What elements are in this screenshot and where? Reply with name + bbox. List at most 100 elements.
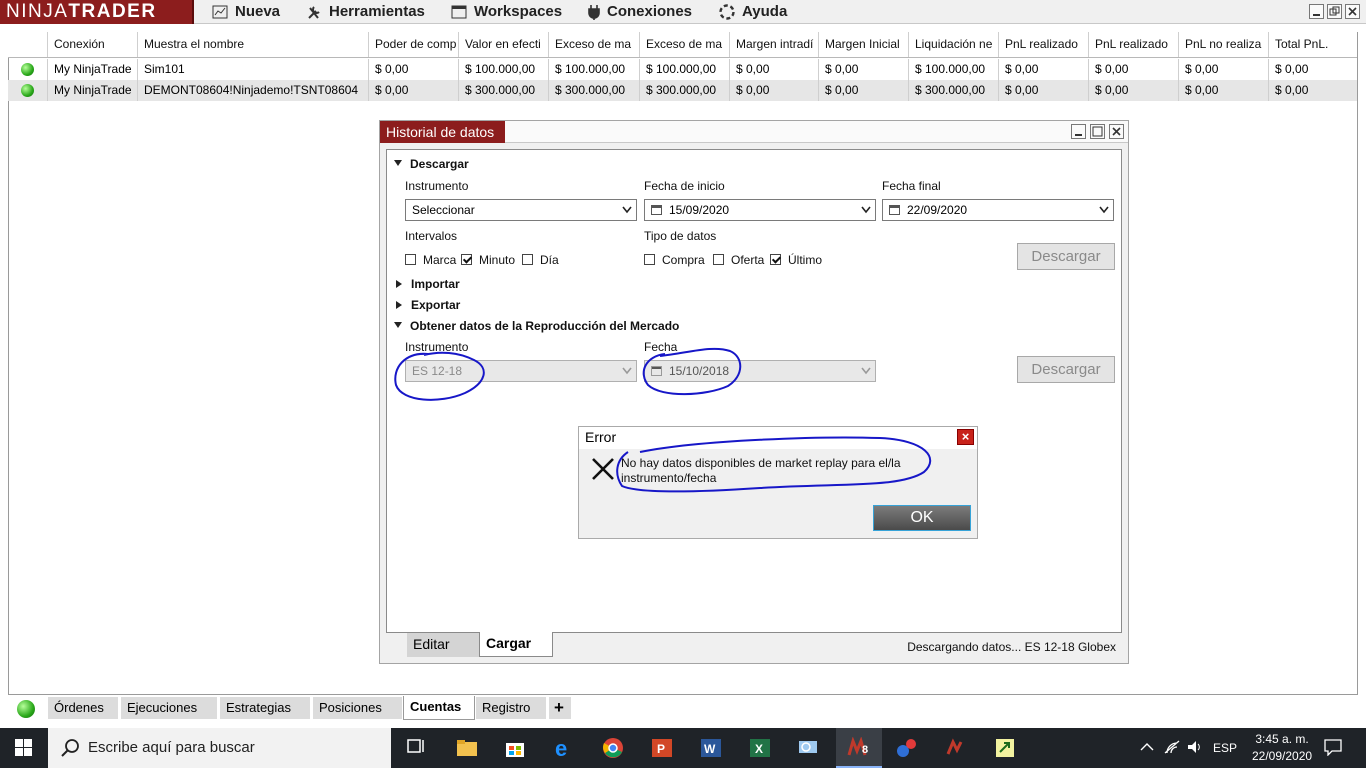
start-date-label: Fecha de inicio <box>644 179 725 193</box>
interval-minute-checkbox[interactable]: Minuto <box>461 253 515 267</box>
instrument-select[interactable]: Seleccionar <box>405 199 637 221</box>
chevron-down-icon <box>861 367 871 375</box>
task-view-icon[interactable] <box>405 737 427 759</box>
instrument-label: Instrumento <box>405 179 469 193</box>
search-icon <box>61 739 79 757</box>
col-initial-margin[interactable]: Margen Inicial <box>819 32 909 57</box>
replay-date-picker[interactable]: 15/10/2018 <box>644 360 876 382</box>
history-window-title: Historial de datos <box>380 121 505 143</box>
excel-icon[interactable]: X <box>749 737 771 759</box>
store-icon[interactable] <box>504 737 526 759</box>
chevron-down-icon <box>1099 206 1109 214</box>
window-count-badge: 8 <box>862 744 869 756</box>
calendar-icon <box>651 205 662 215</box>
connected-status-icon <box>21 84 34 97</box>
app-dots-icon[interactable] <box>896 737 918 759</box>
table-row[interactable]: My NinjaTrade Sim101 $ 0,00 $ 100.000,00… <box>8 59 1357 80</box>
input-language[interactable]: ESP <box>1213 741 1237 755</box>
tab-cuentas[interactable]: Cuentas <box>403 696 475 720</box>
chrome-icon[interactable] <box>602 737 624 759</box>
notifications-icon[interactable] <box>1324 739 1342 756</box>
col-status[interactable] <box>8 32 48 57</box>
col-buying-power[interactable]: Poder de comp <box>369 32 459 57</box>
history-maximize-button[interactable] <box>1090 124 1105 139</box>
powerpoint-icon[interactable]: P <box>651 737 673 759</box>
tab-cargar[interactable]: Cargar <box>479 632 553 657</box>
clock[interactable]: 3:45 a. m. 22/09/2020 <box>1252 732 1312 763</box>
taskbar-search-input[interactable]: Escribe aquí para buscar <box>48 728 391 768</box>
type-bid-checkbox[interactable]: Compra <box>644 253 705 267</box>
section-descargar[interactable]: Descargar <box>394 157 469 171</box>
replay-download-button[interactable]: Descargar <box>1017 356 1115 383</box>
end-date-picker[interactable]: 22/09/2020 <box>882 199 1114 221</box>
type-ask-checkbox[interactable]: Oferta <box>713 253 764 267</box>
add-tab-button[interactable]: + <box>549 697 572 719</box>
section-importar[interactable]: Importar <box>394 277 460 291</box>
col-total-pnl[interactable]: Total PnL. <box>1269 32 1357 57</box>
tab-estrategias[interactable]: Estrategias <box>220 697 311 719</box>
menu-herramientas[interactable]: Herramientas <box>306 0 425 24</box>
minimize-button[interactable] <box>1309 4 1324 19</box>
col-cash-value[interactable]: Valor en efecti <box>459 32 549 57</box>
expanded-icon <box>394 160 402 166</box>
restore-button[interactable] <box>1327 4 1342 19</box>
download-status: Descargando datos... ES 12-18 Globex <box>907 640 1116 654</box>
replay-instrument-select[interactable]: ES 12-18 <box>405 360 637 382</box>
lifebuoy-icon <box>719 4 735 20</box>
history-minimize-button[interactable] <box>1071 124 1086 139</box>
close-button[interactable] <box>1345 4 1360 19</box>
tab-registro[interactable]: Registro <box>476 697 547 719</box>
menu-nueva[interactable]: Nueva <box>212 0 280 24</box>
plug-icon <box>588 5 600 20</box>
grid-header: Conexión Muestra el nombre Poder de comp… <box>8 32 1357 58</box>
col-unrealized-pnl[interactable]: PnL no realiza <box>1179 32 1269 57</box>
connected-status-icon <box>21 63 34 76</box>
interval-day-checkbox[interactable]: Día <box>522 253 559 267</box>
chevron-down-icon <box>622 367 632 375</box>
ok-button[interactable]: OK <box>873 505 971 531</box>
error-x-icon <box>592 458 614 480</box>
chevron-down-icon <box>861 206 871 214</box>
section-exportar[interactable]: Exportar <box>394 298 460 312</box>
windows-start-icon[interactable] <box>15 739 33 757</box>
wifi-icon[interactable] <box>1163 739 1181 755</box>
launcher-icon[interactable] <box>994 737 1016 759</box>
word-icon[interactable]: W <box>700 737 722 759</box>
ninjatrader-logo: NINJATRADER <box>0 0 194 24</box>
edge-icon[interactable]: e <box>553 737 575 759</box>
error-dialog-title: Error <box>579 427 977 449</box>
section-market-replay[interactable]: Obtener datos de la Reproducción del Mer… <box>394 319 679 333</box>
chart-icon <box>212 5 228 19</box>
chevron-up-icon[interactable] <box>1140 742 1154 752</box>
magnifier-app-icon[interactable] <box>797 737 819 759</box>
interval-tick-checkbox[interactable]: Marca <box>405 253 456 267</box>
tab-posiciones[interactable]: Posiciones <box>313 697 403 719</box>
menu-workspaces[interactable]: Workspaces <box>451 0 562 24</box>
download-button[interactable]: Descargar <box>1017 243 1115 270</box>
menu-ayuda[interactable]: Ayuda <box>719 0 787 24</box>
tab-ejecuciones[interactable]: Ejecuciones <box>121 697 218 719</box>
table-row[interactable]: My NinjaTrade DEMONT08604!Ninjademo!TSNT… <box>8 80 1357 101</box>
tab-ordenes[interactable]: Órdenes <box>48 697 119 719</box>
type-last-checkbox[interactable]: Último <box>770 253 822 267</box>
file-explorer-icon[interactable] <box>456 737 478 759</box>
col-realized-pnl-1[interactable]: PnL realizado <box>999 32 1089 57</box>
col-intraday-margin[interactable]: Margen intradí <box>730 32 819 57</box>
col-excess-margin-2[interactable]: Exceso de ma <box>640 32 730 57</box>
col-connection[interactable]: Conexión <box>48 32 138 57</box>
col-excess-margin-1[interactable]: Exceso de ma <box>549 32 640 57</box>
col-realized-pnl-2[interactable]: PnL realizado <box>1089 32 1179 57</box>
tab-editar[interactable]: Editar <box>407 633 479 657</box>
error-message: No hay datos disponibles de market repla… <box>621 456 901 485</box>
ninjatrader-alt-icon[interactable] <box>945 737 967 759</box>
col-net-liquidation[interactable]: Liquidación ne <box>909 32 999 57</box>
history-close-button[interactable] <box>1109 124 1124 139</box>
start-date-picker[interactable]: 15/09/2020 <box>644 199 876 221</box>
connection-status-icon <box>17 700 35 718</box>
volume-icon[interactable] <box>1186 739 1204 755</box>
menu-conexiones[interactable]: Conexiones <box>588 0 692 24</box>
error-close-button[interactable]: × <box>957 429 974 445</box>
history-title-bar[interactable] <box>505 121 1128 143</box>
col-display-name[interactable]: Muestra el nombre <box>138 32 369 57</box>
expanded-icon <box>394 322 402 328</box>
